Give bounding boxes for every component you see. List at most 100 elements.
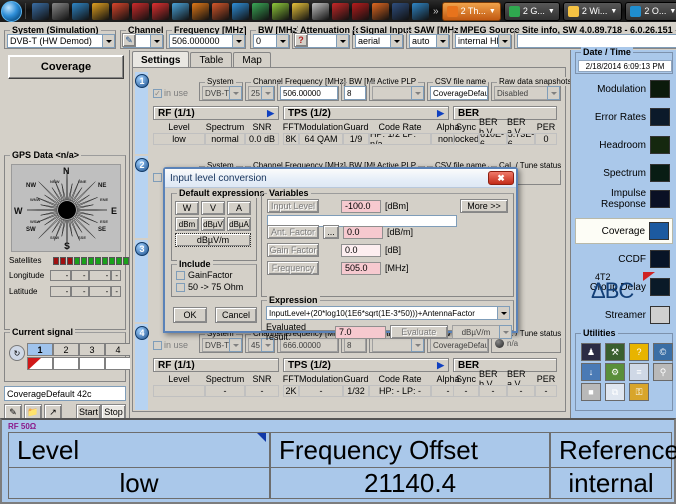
taskbar-window-0[interactable]: 2 Th... ▼ [441, 1, 501, 21]
start-orb-icon[interactable] [1, 0, 22, 22]
variable-value-input-level[interactable]: -100.0 [341, 199, 381, 213]
map-tools-icon[interactable]: ⚒ [605, 343, 625, 361]
signal-tab-3[interactable]: 3 [79, 343, 105, 356]
import-icon[interactable]: ↓ [581, 363, 601, 381]
chart-green-icon[interactable] [272, 2, 289, 20]
copyright-icon[interactable]: © [653, 343, 673, 361]
nav-item-ccdf[interactable]: CCDF [575, 246, 673, 272]
nav-item-modulation[interactable]: Modulation [575, 76, 673, 102]
chevron-down-icon[interactable]: ▼ [610, 8, 617, 15]
chevron-down-icon[interactable]: ▼ [548, 8, 555, 15]
evaluate-button[interactable]: Evaluate [389, 325, 448, 339]
ok-button[interactable]: OK [173, 307, 207, 323]
tab-map[interactable]: Map [233, 52, 271, 68]
param-combo-0[interactable]: DVB-T (HW Demod) [7, 34, 115, 48]
variable-value-gain-factor[interactable]: 0.0 [341, 243, 381, 257]
copy-icon[interactable]: ⧉ [605, 383, 625, 401]
latitude-min[interactable]: - [71, 286, 89, 297]
people-icon[interactable]: ♟ [581, 343, 601, 361]
opera-icon[interactable] [352, 2, 369, 20]
abc-red-icon[interactable] [132, 2, 149, 20]
nav-item-headroom[interactable]: Headroom [575, 132, 673, 158]
latitude-sec[interactable]: - [88, 286, 112, 297]
tab-settings[interactable]: Settings [132, 51, 190, 68]
include-checkbox-0[interactable] [176, 270, 185, 280]
unit-button-a[interactable]: A [227, 201, 251, 215]
circle-blue-icon[interactable] [412, 2, 429, 20]
nav-item-impulse-response[interactable]: Impulse Response [575, 184, 673, 214]
signal-state-4[interactable] [105, 357, 131, 370]
unit-button-v[interactable]: V [201, 201, 225, 215]
chevron-down-icon[interactable] [390, 34, 403, 48]
chevron-down-icon[interactable] [261, 86, 274, 100]
chevron-down-icon[interactable]: ▼ [669, 8, 676, 15]
signal-state-1[interactable] [27, 357, 53, 370]
unit-button-dbm[interactable]: dBm [175, 217, 199, 231]
chevron-down-icon[interactable] [276, 34, 289, 48]
variable-browse-ant-factor[interactable]: ... [323, 225, 339, 239]
firefox-icon[interactable] [212, 2, 229, 20]
taskbar-window-2[interactable]: 2 Wi... ▼ [562, 1, 623, 21]
field-value[interactable]: Disabled [494, 86, 547, 100]
coverage-file-field[interactable]: CoverageDefault 42c [4, 386, 126, 401]
param-combo-3[interactable]: 0 [253, 34, 289, 48]
param-combo-7[interactable]: internal HP [455, 34, 511, 48]
field-value[interactable]: DVB-T [202, 338, 229, 352]
attenuation-help-icon[interactable]: ? [294, 33, 308, 47]
signal-state-3[interactable] [79, 357, 105, 370]
variable-button-ant-factor[interactable]: Ant. Factor [267, 225, 319, 239]
printer-icon[interactable] [172, 2, 189, 20]
signal-tab-4[interactable]: 4 [105, 343, 131, 356]
include-checkbox-1[interactable] [176, 282, 185, 292]
in-use-checkbox-4[interactable] [153, 340, 162, 350]
longitude-sec[interactable]: - [88, 270, 112, 281]
variable-value-frequency[interactable]: 505.0 [341, 261, 381, 275]
chevron-down-icon[interactable] [229, 86, 242, 100]
unit-button-dbuvm[interactable]: dBµV/m [175, 233, 251, 247]
cancel-button[interactable]: Cancel [215, 307, 257, 323]
signal-tab-2[interactable]: 2 [53, 343, 79, 356]
in-use-checkbox-2[interactable] [153, 172, 162, 182]
section-expand-icon[interactable]: ▶ [267, 108, 274, 119]
field-value[interactable]: 45 [248, 338, 261, 352]
field-value[interactable]: 25 [248, 86, 261, 100]
report-icon[interactable]: ≡ [629, 363, 649, 381]
result-unit-dropdown-icon[interactable] [499, 325, 512, 339]
taskbar-window-3[interactable]: 2 O... ▼ [625, 1, 676, 21]
param-value-5[interactable]: aerial [355, 34, 390, 48]
longitude-hemi[interactable]: - [111, 270, 121, 281]
more-button[interactable]: More >> [460, 199, 508, 213]
expression-input[interactable]: InputLevel+(20*log10(1E6*sqrt(1E-3*50)))… [266, 306, 497, 320]
variable-button-gain-factor[interactable]: Gain Factor [267, 243, 319, 257]
taskbar-window-1[interactable]: 2 G... ▼ [503, 1, 560, 21]
chevron-down-icon[interactable] [232, 34, 245, 48]
nav-item-streamer[interactable]: Streamer [575, 302, 673, 328]
expression-dropdown-icon[interactable] [497, 306, 510, 320]
variable-button-frequency[interactable]: Frequency [267, 261, 319, 275]
param-value-6[interactable]: auto [409, 34, 436, 48]
chevron-down-icon[interactable] [102, 34, 115, 48]
calendar-icon[interactable] [372, 2, 389, 20]
latitude-deg[interactable]: - [50, 286, 72, 297]
tab-table[interactable]: Table [190, 52, 233, 68]
field-value[interactable]: 8 [344, 86, 366, 100]
longitude-deg[interactable]: - [50, 270, 72, 281]
field-value[interactable]: DVB-T [202, 86, 229, 100]
photo-icon[interactable] [52, 2, 69, 20]
field-value[interactable]: 506.00000 [280, 86, 338, 100]
chevron-down-icon[interactable] [547, 86, 560, 100]
signal-tab-1[interactable]: 1 [27, 343, 53, 356]
param-combo-2[interactable]: 506.000000 [169, 34, 245, 48]
chevron-down-icon[interactable] [436, 34, 449, 48]
filezilla-icon[interactable] [152, 2, 169, 20]
chevron-down-icon[interactable]: ▼ [489, 8, 496, 15]
param-combo-6[interactable]: auto [409, 34, 449, 48]
nav-item-error-rates[interactable]: Error Rates [575, 104, 673, 130]
section-expand-icon[interactable]: ▶ [437, 108, 444, 119]
barcode-icon[interactable] [312, 2, 329, 20]
param-value-2[interactable]: 506.000000 [169, 34, 232, 48]
chevron-down-icon[interactable] [150, 34, 163, 48]
unit-button-w[interactable]: W [175, 201, 199, 215]
latitude-hemi[interactable]: - [111, 286, 121, 297]
variable-value-ant-factor[interactable]: 0.0 [343, 225, 383, 239]
